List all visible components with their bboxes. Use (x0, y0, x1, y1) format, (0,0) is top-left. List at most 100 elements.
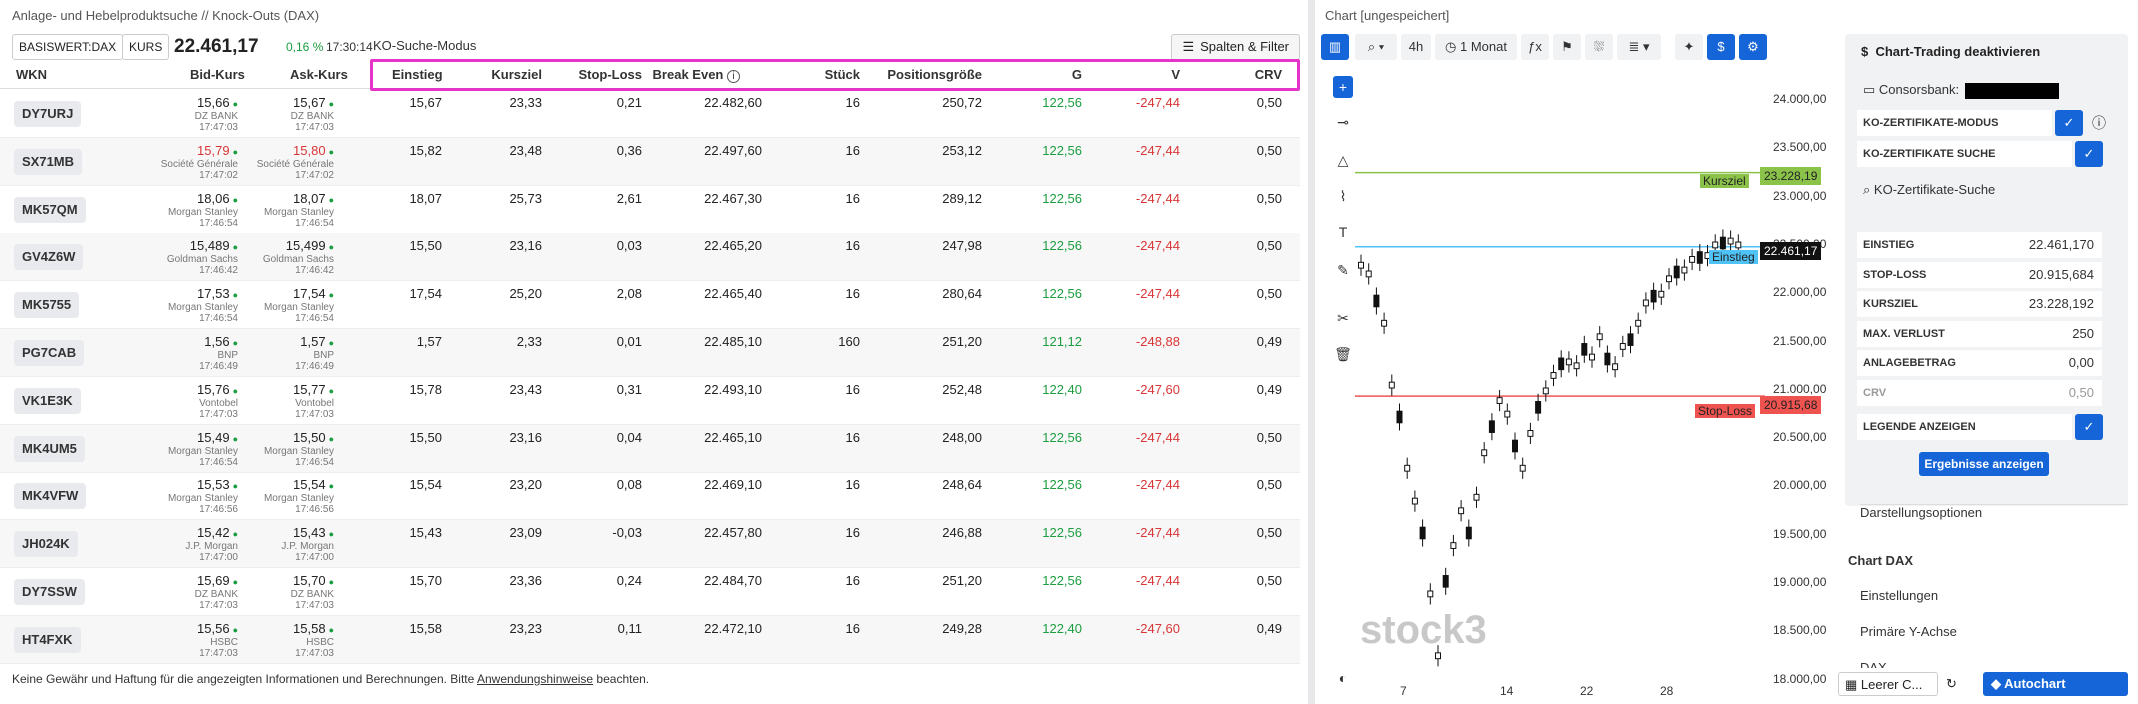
chart-type-button[interactable]: ▥ (1321, 34, 1349, 60)
y-tick-label: 21.000,00 (1773, 381, 1827, 396)
table-row[interactable]: GV4Z6W 15,489 ● Goldman Sachs 17:46:42 15,499… (0, 233, 1300, 282)
settings-link[interactable]: Einstellungen (1860, 588, 1938, 603)
wkn-badge[interactable]: MK57QM (14, 196, 86, 223)
gear-icon: ⚙ (1747, 39, 1759, 54)
table-row[interactable]: MK5755 17,53 ● Morgan Stanley 17:46:54 17,54 ●… (0, 281, 1300, 330)
ask-value: 15,50 (293, 429, 326, 445)
candle-body (1373, 294, 1380, 308)
layout-button[interactable]: ≣ ▾ (1617, 34, 1661, 60)
stoploss-cell: -0,03 (612, 525, 642, 541)
crosshair-tool-icon[interactable]: ✂ (1333, 310, 1353, 327)
wkn-badge[interactable]: JH024K (14, 531, 78, 558)
theme-toggle-icon[interactable]: ◐ (1333, 670, 1353, 686)
bid-issuer: HSBC (210, 636, 238, 648)
table-row[interactable]: HT4FXK 15,56 ● HSBC 17:47:03 15,58 ● HSBC 17:47:… (0, 615, 1300, 664)
table-row[interactable]: DY7SSW 15,69 ● DZ BANK 17:47:03 15,70 ● DZ BANK… (0, 568, 1300, 616)
dax-link[interactable]: DAX (1860, 660, 1887, 668)
ask-price: 15,499 ● (286, 238, 334, 253)
table-row[interactable]: PG7CAB 1,56 ● BNP 17:46:49 1,57 ● BNP 17:46:49 1,… (0, 329, 1300, 377)
grid-icon: ▦ (1845, 677, 1858, 692)
ko-search-checkbox[interactable]: ✓ (2075, 141, 2103, 167)
wkn-badge[interactable]: SX71MB (14, 148, 83, 175)
reset-icon[interactable]: ↻ (1946, 672, 1966, 696)
crv-cell: 0,50 (1256, 238, 1282, 254)
ask-cell: 15,50 ● Morgan Stanley 17:46:54 (244, 429, 334, 468)
ask-value: 15,43 (293, 525, 326, 541)
table-row[interactable]: JH024K 15,42 ● J.P. Morgan 17:47:00 15,43 ● J.P… (0, 520, 1300, 569)
columns-filter-button[interactable]: ☰ Spalten & Filter (1171, 34, 1300, 60)
text-tool-icon[interactable]: T (1333, 224, 1353, 240)
wkn-badge[interactable]: VK1E3K (14, 387, 81, 414)
field-value[interactable]: 0,00 (2069, 350, 2094, 376)
broker-row[interactable]: ▭ Consorsbank: (1857, 77, 2102, 103)
table-row[interactable]: VK1E3K 15,76 ● Vontobel 17:47:03 15,77 ● Vontob… (0, 377, 1300, 425)
kurs-chip[interactable]: KURS (122, 34, 170, 60)
wkn-badge[interactable]: HT4FXK (14, 626, 81, 653)
candle-body (1689, 256, 1696, 263)
gain-cell: 122,56 (1042, 238, 1082, 254)
wkn-badge[interactable]: DY7URJ (14, 101, 82, 127)
zoom-button[interactable]: ⌕ ▾ (1355, 34, 1397, 60)
einstieg-cell: 15,43 (409, 525, 442, 541)
compare-button[interactable]: ✦ (1675, 34, 1703, 60)
trading-button[interactable]: $ (1707, 34, 1735, 60)
tick-dot-icon: ● (232, 194, 238, 205)
range-button[interactable]: ◷ 1 Monat (1435, 34, 1517, 60)
chart-trading-label: Chart-Trading deaktivieren (1875, 44, 2041, 59)
col-bid[interactable]: Bid-Kurs (190, 61, 245, 89)
field-value[interactable]: 22.461,170 (2029, 232, 2094, 258)
wkn-badge[interactable]: PG7CAB (14, 340, 85, 366)
wkn-badge[interactable]: MK4UM5 (14, 435, 85, 462)
filter-label: Spalten & Filter (1200, 39, 1289, 54)
wkn-badge[interactable]: DY7SSW (14, 579, 85, 605)
field-value[interactable]: 23.228,192 (2029, 291, 2094, 317)
legend-checkbox[interactable]: ✓ (2075, 414, 2103, 440)
table-row[interactable]: DY7URJ 15,66 ● DZ BANK 17:47:03 15,67 ● DZ BANK… (0, 90, 1300, 138)
breakeven-cell: 22.457,80 (704, 525, 762, 541)
candle-body (1589, 353, 1595, 361)
empty-chart-select[interactable]: ▦ Leerer C... (1838, 672, 1938, 696)
dollar-icon: $ (1717, 39, 1725, 54)
col-wkn[interactable]: WKN (16, 61, 47, 89)
interval-button[interactable]: 4h (1401, 34, 1431, 60)
einstieg-label: Einstieg (1709, 250, 1758, 264)
col-ask[interactable]: Ask-Kurs (290, 61, 348, 89)
price-chart[interactable] (1355, 70, 1765, 700)
field-value[interactable]: 0,50 (2069, 380, 2094, 406)
tick-dot-icon: ● (328, 529, 334, 540)
bookmark-button[interactable]: ⚑ (1553, 34, 1581, 60)
field-value[interactable]: 20.915,684 (2029, 262, 2094, 288)
wkn-badge[interactable]: GV4Z6W (14, 244, 84, 271)
disclaimer-link[interactable]: Anwendungshinweise (477, 672, 593, 686)
table-row[interactable]: MK4VFW 15,53 ● Morgan Stanley 17:46:56 15,54 ●… (0, 472, 1300, 521)
table-row[interactable]: MK4UM5 15,49 ● Morgan Stanley 17:46:54 15,50 ●… (0, 424, 1300, 473)
info-icon[interactable]: ⓘ (2092, 113, 2106, 133)
fib-tool-icon[interactable]: ⌇ (1333, 188, 1353, 205)
settings-button[interactable]: ⚙ (1739, 34, 1767, 60)
hline-tool-icon[interactable]: ⊸ (1333, 114, 1353, 131)
drawing-add-icon[interactable]: + (1333, 76, 1353, 98)
pen-tool-icon[interactable]: ✎ (1333, 262, 1353, 279)
candle-body (1558, 357, 1565, 371)
stoploss-cell: 0,36 (616, 142, 642, 158)
table-row[interactable]: SX71MB 15,79 ● Société Générale 17:47:02 15,8… (0, 137, 1300, 186)
bid-value: 15,489 (189, 238, 230, 254)
table-row[interactable]: MK57QM 18,06 ● Morgan Stanley 17:46:54 18,07 ●… (0, 186, 1300, 234)
stueck-cell: 16 (845, 620, 860, 636)
fx-button[interactable]: ƒx (1521, 34, 1549, 60)
chart-trading-toggle[interactable]: $ Chart-Trading deaktivieren (1861, 44, 2040, 59)
primary-y-axis-link[interactable]: Primäre Y-Achse (1860, 624, 1957, 639)
wkn-badge[interactable]: MK5755 (14, 292, 80, 319)
ko-mode-checkbox[interactable]: ✓ (2055, 110, 2083, 136)
display-options[interactable]: Darstellungsoptionen (1860, 504, 2128, 520)
basiswert-chip[interactable]: BASISWERT:DAX (12, 34, 124, 60)
kursziel-cell: 23,33 (509, 95, 542, 110)
trash-tool-icon[interactable]: 🗑 (1333, 346, 1353, 363)
triangle-tool-icon[interactable]: △ (1333, 152, 1353, 169)
indicator-button[interactable]: ⛆ (1585, 34, 1613, 60)
wkn-badge[interactable]: MK4VFW (14, 483, 87, 510)
show-results-button[interactable]: Ergebnisse anzeigen (1919, 452, 2049, 476)
autochart-button[interactable]: ◆ Autochart (1983, 672, 2128, 696)
positionsgroesse-cell: 252,48 (942, 381, 982, 397)
field-value[interactable]: 250 (2072, 321, 2094, 347)
